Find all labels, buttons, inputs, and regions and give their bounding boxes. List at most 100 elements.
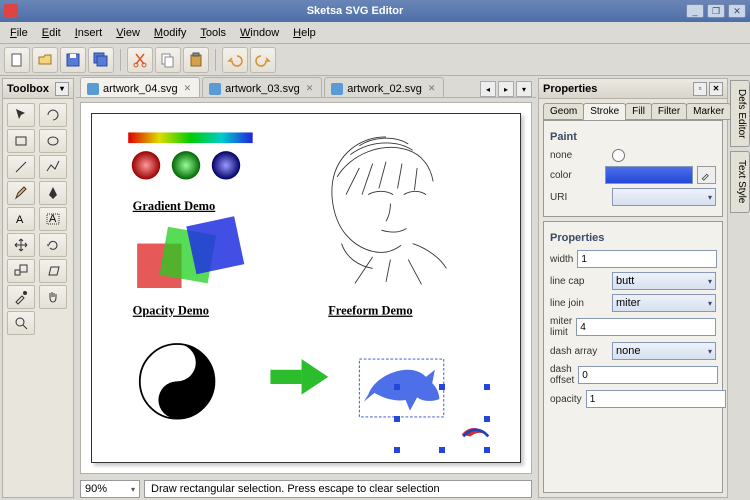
new-file-button[interactable] (4, 47, 30, 73)
menu-insert[interactable]: Insert (69, 25, 109, 41)
freeform-demo-label: Freeform Demo (328, 304, 412, 318)
menu-help[interactable]: Help (287, 25, 322, 41)
line-tool[interactable] (7, 155, 35, 179)
move-tool[interactable] (7, 233, 35, 257)
pencil-tool[interactable] (7, 181, 35, 205)
tab-fill[interactable]: Fill (625, 103, 652, 120)
redo-button[interactable] (250, 47, 276, 73)
zoom-tool[interactable] (7, 311, 35, 335)
ellipse-tool[interactable] (39, 129, 67, 153)
paint-group-label: Paint (550, 131, 716, 143)
uri-label: URI (550, 192, 608, 203)
toolbox-title: Toolbox (7, 83, 49, 95)
color-label: color (550, 170, 601, 181)
menu-edit[interactable]: Edit (36, 25, 67, 41)
menu-modify[interactable]: Modify (148, 25, 192, 41)
dasharray-combo[interactable]: none (612, 342, 716, 360)
linecap-combo[interactable]: butt (612, 272, 716, 290)
document-tabs: artwork_04.svg ✕ artwork_03.svg ✕ artwork_… (76, 76, 536, 98)
tab-label: artwork_03.svg (225, 83, 300, 95)
miterlimit-label: miter limit (550, 316, 572, 338)
width-input[interactable] (577, 250, 717, 268)
tab-close-icon[interactable]: ✕ (306, 83, 314, 94)
properties-group-label: Properties (550, 232, 716, 244)
tab-close-icon[interactable]: ✕ (428, 83, 436, 94)
tab-label: artwork_04.svg (103, 83, 178, 95)
tab-stroke[interactable]: Stroke (583, 103, 626, 120)
opacity-input[interactable] (586, 390, 726, 408)
menu-tools[interactable]: Tools (194, 25, 232, 41)
tab-next-button[interactable]: ▸ (498, 81, 514, 97)
tab-list-button[interactable]: ▾ (516, 81, 532, 97)
text-tool[interactable]: A (7, 207, 35, 231)
svg-file-icon (209, 83, 221, 95)
uri-combo[interactable] (612, 188, 716, 206)
editor-area: artwork_04.svg ✕ artwork_03.svg ✕ artwork_… (76, 76, 536, 500)
toolbar (0, 44, 750, 76)
stroke-color-button[interactable] (605, 166, 693, 184)
panel-dock-icon[interactable]: ▫ (693, 82, 707, 96)
opacity-label: opacity (550, 394, 582, 405)
tab-artwork-03[interactable]: artwork_03.svg ✕ (202, 77, 322, 97)
save-all-button[interactable] (88, 47, 114, 73)
status-bar: 90% Draw rectangular selection. Press es… (76, 478, 536, 500)
pen-tool[interactable] (39, 181, 67, 205)
svg-text:A: A (16, 214, 24, 226)
opacity-demo-label: Opacity Demo (133, 304, 209, 318)
maximize-button[interactable]: ❐ (707, 4, 725, 18)
zoom-combo[interactable]: 90% (80, 480, 140, 498)
cut-button[interactable] (127, 47, 153, 73)
save-button[interactable] (60, 47, 86, 73)
width-label: width (550, 254, 573, 265)
rotate-tool[interactable] (39, 233, 67, 257)
tab-label: artwork_02.svg (347, 83, 422, 95)
right-dock-tabs: Defs Editor Text Style (730, 76, 750, 500)
gradient-demo-label: Gradient Demo (133, 199, 216, 213)
open-file-button[interactable] (32, 47, 58, 73)
panel-close-icon[interactable]: ✕ (709, 82, 723, 96)
sidetab-defs-editor[interactable]: Defs Editor (730, 80, 750, 147)
app-icon (4, 4, 18, 18)
tab-close-icon[interactable]: ✕ (184, 83, 192, 94)
dashoffset-input[interactable] (578, 366, 718, 384)
tab-marker[interactable]: Marker (686, 103, 731, 120)
svg-canvas[interactable]: Gradient Demo Opacity Demo (91, 113, 521, 463)
sidetab-text-style[interactable]: Text Style (730, 151, 750, 212)
tab-geom[interactable]: Geom (543, 103, 584, 120)
undo-button[interactable] (222, 47, 248, 73)
none-label: none (550, 150, 608, 161)
rect-tool[interactable] (7, 129, 35, 153)
scale-tool[interactable] (7, 259, 35, 283)
toolbox-pin-icon[interactable]: ▾ (55, 82, 69, 96)
dashoffset-label: dash offset (550, 364, 574, 386)
copy-button[interactable] (155, 47, 181, 73)
linejoin-combo[interactable]: miter (612, 294, 716, 312)
paste-button[interactable] (183, 47, 209, 73)
paint-none-radio[interactable] (612, 149, 625, 162)
canvas-viewport[interactable]: Gradient Demo Opacity Demo (80, 102, 532, 474)
minimize-button[interactable]: _ (686, 4, 704, 18)
tab-artwork-04[interactable]: artwork_04.svg ✕ (80, 77, 200, 97)
tab-artwork-02[interactable]: artwork_02.svg ✕ (324, 77, 444, 97)
svg-file-icon (331, 83, 343, 95)
miterlimit-input[interactable] (576, 318, 716, 336)
svg-text:A: A (49, 213, 57, 225)
select-tool[interactable] (7, 103, 35, 127)
linecap-label: line cap (550, 276, 608, 287)
window-titlebar: Sketsa SVG Editor _ ❐ ✕ (0, 0, 750, 22)
eyedropper-tool[interactable] (7, 285, 35, 309)
menu-file[interactable]: File (4, 25, 34, 41)
text-area-tool[interactable]: A (39, 207, 67, 231)
menu-window[interactable]: Window (234, 25, 285, 41)
tab-filter[interactable]: Filter (651, 103, 687, 120)
window-title: Sketsa SVG Editor (24, 5, 686, 17)
eyedropper-icon[interactable] (697, 166, 717, 184)
menu-view[interactable]: View (110, 25, 146, 41)
polyline-tool[interactable] (39, 155, 67, 179)
hand-tool[interactable] (39, 285, 67, 309)
skew-tool[interactable] (39, 259, 67, 283)
lasso-tool[interactable] (39, 103, 67, 127)
tab-prev-button[interactable]: ◂ (480, 81, 496, 97)
close-button[interactable]: ✕ (728, 4, 746, 18)
properties-title: Properties (543, 83, 597, 95)
